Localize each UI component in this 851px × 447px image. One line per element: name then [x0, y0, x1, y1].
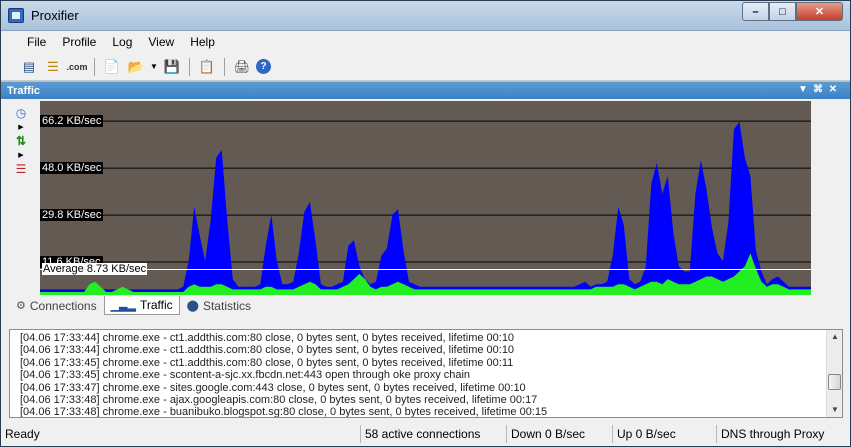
y-tick-label: 29.8 KB/sec — [40, 209, 104, 222]
traffic-chart: 66.2 KB/sec 48.0 KB/sec 29.8 KB/sec 11.6 KB… — [40, 101, 811, 295]
status-ready: Ready — [1, 425, 361, 443]
minimize-button[interactable]: – — [742, 2, 769, 21]
maximize-button[interactable]: □ — [769, 2, 796, 21]
status-upload: Up 0 B/sec — [613, 425, 717, 443]
proxifier-app-icon — [8, 8, 24, 23]
log-line: [04.06 17:33:48] chrome.exe - ajax.googl… — [20, 394, 538, 407]
average-label: Average 8.73 KB/sec — [42, 263, 148, 276]
toolbar: ▤ ☰ .com 📄 📂 ▼ 💾 📋 🖨 ? — [1, 53, 850, 81]
window-title: Proxifier — [31, 8, 79, 23]
toolbar-separator — [189, 57, 190, 76]
panel-close-icon[interactable]: ✕ — [827, 84, 839, 95]
scroll-thumb[interactable] — [828, 374, 841, 390]
statistics-icon: ⬤ — [186, 300, 199, 312]
connections-icon: ⚙ — [16, 300, 26, 312]
open-profile-dropdown-icon[interactable]: ▼ — [150, 57, 158, 77]
name-resolution-icon[interactable]: .com — [67, 57, 88, 77]
tab-connections[interactable]: ⚙ Connections — [9, 296, 104, 315]
panel-title: Traffic — [7, 84, 41, 97]
new-profile-icon[interactable]: 📄 — [102, 57, 122, 77]
time-scale-arrow-icon[interactable]: ▶ — [11, 123, 31, 133]
menu-bar: File Profile Log View Help — [1, 31, 850, 53]
view-tabs: ⚙ Connections ▁▃▂ Traffic ⬤ Statistics — [9, 296, 258, 315]
log-scrollbar[interactable]: ▲ ▼ — [826, 330, 842, 417]
traffic-direction-arrow-icon[interactable]: ▶ — [11, 151, 31, 161]
clear-graph-icon[interactable]: ☰ — [11, 161, 31, 177]
status-bar: Ready 58 active connections Down 0 B/sec… — [1, 422, 850, 446]
traffic-icon: ▁▃▂ — [110, 299, 136, 312]
title-bar[interactable]: Proxifier – □ ✕ — [1, 1, 850, 31]
toolbar-separator — [224, 57, 225, 76]
status-connections: 58 active connections — [361, 425, 507, 443]
traffic-chart-svg — [40, 120, 811, 295]
scroll-up-icon[interactable]: ▲ — [827, 330, 842, 344]
help-icon[interactable]: ? — [256, 59, 271, 74]
log-line: [04.06 17:33:44] chrome.exe - ct1.addthi… — [20, 344, 515, 357]
proxy-servers-icon[interactable]: ▤ — [19, 57, 39, 77]
menu-file[interactable]: File — [19, 35, 54, 49]
tab-label: Connections — [29, 298, 97, 313]
tab-label: Traffic — [139, 298, 173, 312]
print-icon[interactable]: 🖨 — [232, 57, 252, 77]
status-download: Down 0 B/sec — [507, 425, 613, 443]
time-scale-icon[interactable]: ◷ — [11, 105, 31, 121]
log-line: [04.06 17:33:44] chrome.exe - ct1.addthi… — [20, 332, 515, 344]
menu-log[interactable]: Log — [104, 35, 140, 49]
scroll-down-icon[interactable]: ▼ — [827, 403, 842, 417]
log-line: [04.06 17:33:47] chrome.exe - sites.goog… — [20, 381, 526, 394]
open-profile-icon[interactable]: 📂 — [126, 57, 146, 77]
menu-profile[interactable]: Profile — [54, 35, 104, 49]
y-tick-label: 48.0 KB/sec — [40, 162, 104, 175]
traffic-panel-header: Traffic ▼ ⌘ ✕ — [1, 81, 850, 99]
tab-statistics[interactable]: ⬤ Statistics — [180, 296, 258, 315]
traffic-direction-icon[interactable]: ⇅ — [11, 133, 31, 149]
menu-view[interactable]: View — [140, 35, 182, 49]
panel-pin-icon[interactable]: ⌘ — [812, 84, 824, 95]
toolbar-separator — [94, 57, 95, 76]
panel-dropdown-icon[interactable]: ▼ — [797, 84, 809, 95]
close-button[interactable]: ✕ — [796, 2, 843, 21]
status-dns: DNS through Proxy — [721, 427, 825, 441]
menu-help[interactable]: Help — [182, 35, 223, 49]
profile-manager-icon[interactable]: 📋 — [197, 57, 217, 77]
log-line: [04.06 17:33:45] chrome.exe - ct1.addthi… — [20, 356, 514, 369]
proxification-rules-icon[interactable]: ☰ — [43, 57, 63, 77]
log-panel[interactable]: [04.06 17:33:44] chrome.exe - ct1.addthi… — [9, 329, 843, 418]
tab-label: Statistics — [202, 298, 251, 313]
proxifier-window: Proxifier – □ ✕ File Profile Log View He… — [0, 0, 851, 447]
log-line: [04.06 17:33:45] chrome.exe - scontent-a… — [20, 369, 471, 382]
save-profile-icon[interactable]: 💾 — [162, 57, 182, 77]
log-lines: [04.06 17:33:44] chrome.exe - ct1.addthi… — [20, 332, 824, 418]
y-tick-label: 66.2 KB/sec — [40, 115, 104, 128]
traffic-graph-area: ◷ ▶ ⇅ ▶ ☰ 66.2 KB/sec 48.0 KB/sec 29.8 KB/… — [1, 99, 850, 315]
graph-side-toolbar: ◷ ▶ ⇅ ▶ ☰ — [11, 105, 37, 179]
log-line: [04.06 17:33:48] chrome.exe - buanibuko.… — [20, 406, 548, 418]
tab-traffic[interactable]: ▁▃▂ Traffic — [103, 296, 180, 315]
